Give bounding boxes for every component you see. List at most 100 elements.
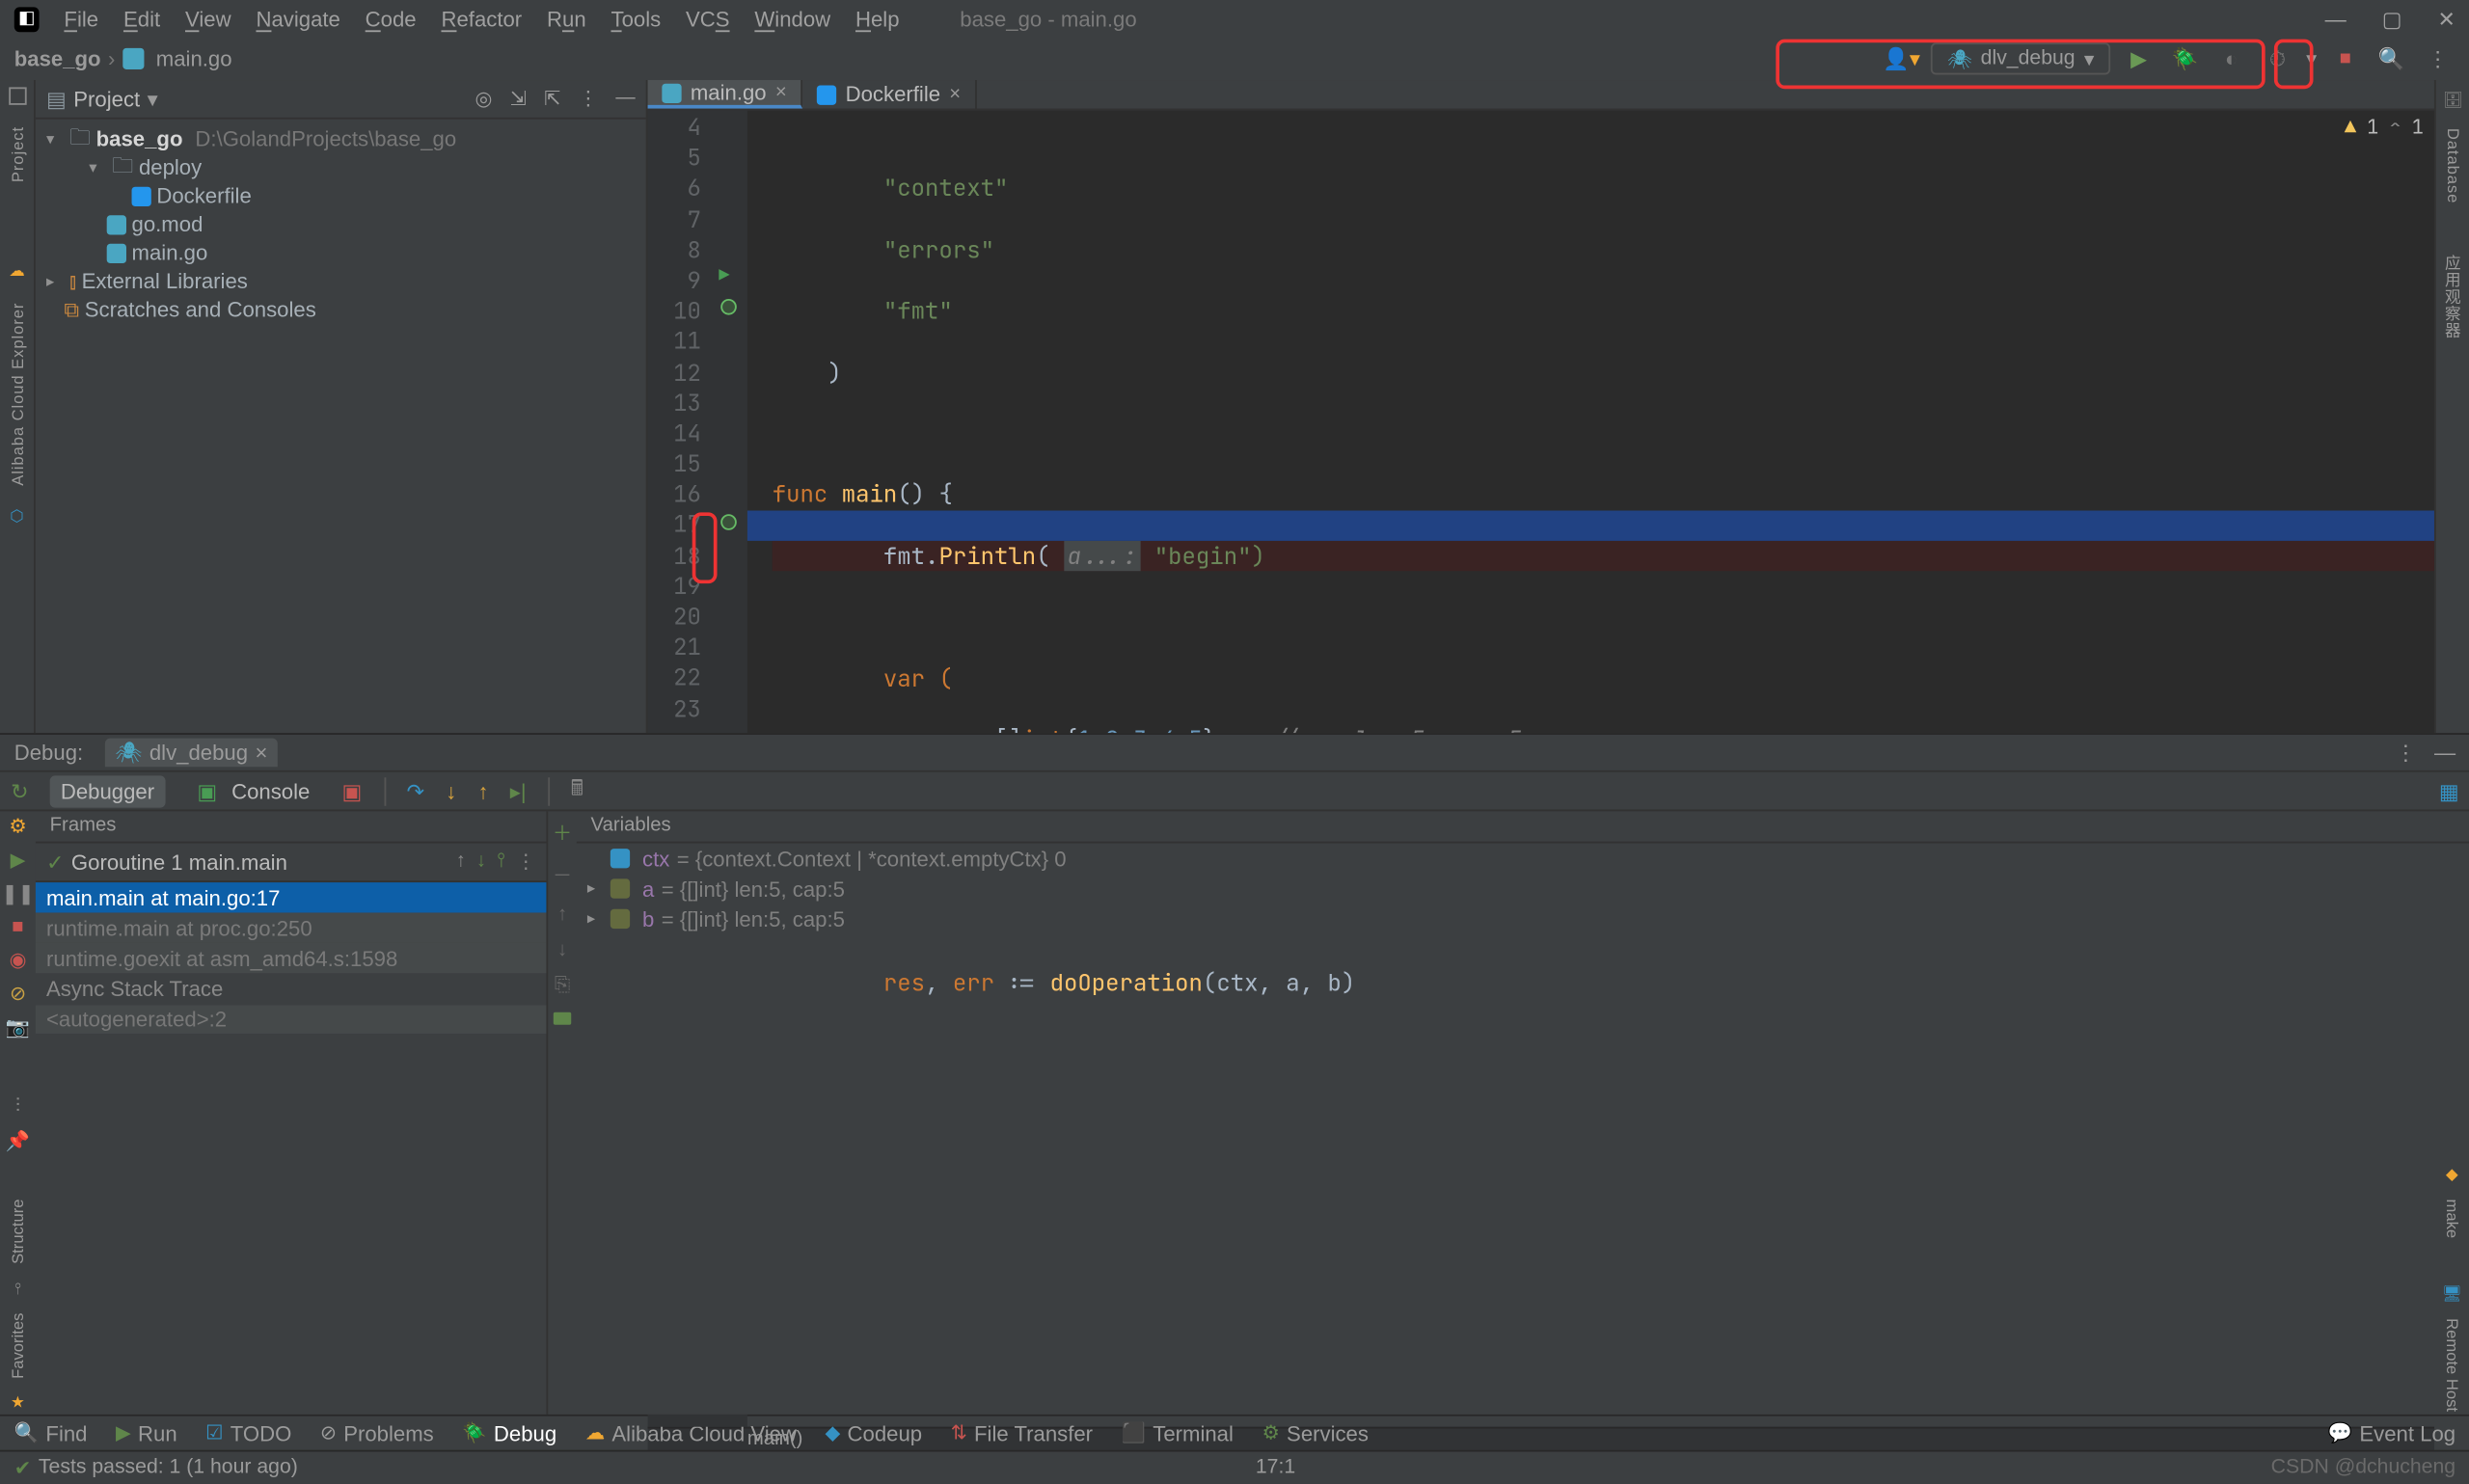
database-icon[interactable]: 🗄 [2443, 91, 2463, 110]
remote-icon[interactable]: 🖥 [2442, 1285, 2462, 1305]
cloud-icon[interactable]: ☁ [9, 260, 25, 280]
stack-frame[interactable]: runtime.main at proc.go:250 [36, 912, 547, 942]
code-with-me-icon[interactable]: 👤▾ [1883, 46, 1920, 71]
stack-frame[interactable]: <autogenerated>:2 [36, 1005, 547, 1034]
coverage-button[interactable]: ◐ [2213, 46, 2249, 71]
stack-frame[interactable]: main.main at main.go:17 [36, 882, 547, 912]
right-label-make[interactable]: make [2443, 1200, 2460, 1239]
tool-debug[interactable]: 🪲Debug [462, 1420, 556, 1445]
layout-icon[interactable]: ⫶ [15, 1096, 20, 1120]
breadcrumb-project[interactable]: base_go [14, 46, 101, 71]
variable-row[interactable]: ▸ a = {[]int} len:5, cap:5 [577, 874, 2469, 904]
menu-file[interactable]: File [64, 6, 98, 31]
next-frame-icon[interactable]: ↓ [476, 850, 486, 874]
run-button[interactable]: ▶ [2121, 46, 2157, 71]
pause-icon[interactable]: ❚❚ [1, 882, 34, 905]
tool-todo[interactable]: ☑TODO [205, 1420, 291, 1445]
breadcrumb[interactable]: base_go › main.go [14, 46, 232, 71]
project-tool-icon[interactable] [8, 87, 25, 104]
menu-edit[interactable]: Edit [123, 6, 160, 31]
more-icon[interactable]: ⋮ [516, 850, 535, 874]
pin-icon[interactable]: 📌 [6, 1130, 30, 1153]
make-icon[interactable]: ◆ [2446, 1166, 2458, 1185]
left-label-project[interactable]: Project [8, 126, 25, 182]
variable-row[interactable]: ctx = {context.Context | *context.emptyC… [577, 844, 2469, 874]
step-over-icon[interactable]: ↷ [407, 778, 425, 803]
breakpoint-icon[interactable] [720, 513, 737, 529]
left-label-alibaba[interactable]: Alibaba Cloud Explorer [8, 302, 25, 485]
stop-icon[interactable]: ■ [12, 916, 23, 937]
status-tests[interactable]: ✔ Tests passed: 1 (1 hour ago) [14, 1455, 298, 1480]
hide-icon[interactable]: — [2434, 741, 2455, 766]
menu-refactor[interactable]: Refactor [441, 6, 522, 31]
settings-icon[interactable]: ⋮ [2395, 741, 2416, 766]
remove-watch-icon[interactable]: － [553, 861, 572, 890]
run-config-selector[interactable]: 🕷 dlv_debug ▾ [1931, 42, 2110, 74]
filter-icon[interactable]: ⫯ [497, 850, 505, 874]
rerun-icon[interactable]: ↻ [11, 778, 29, 803]
copy-icon[interactable]: ⎘ [555, 975, 570, 998]
add-watch-icon[interactable]: ＋ [553, 819, 572, 848]
breakpoints-icon[interactable]: ◉ [10, 948, 27, 971]
resume-icon[interactable]: ▶ [11, 849, 26, 872]
profile-button[interactable]: ⏱ [2260, 45, 2295, 72]
hide-icon[interactable]: — [615, 87, 635, 110]
left-label-favorites[interactable]: Favorites [9, 1313, 26, 1379]
chevron-down-icon[interactable]: ▾ [148, 86, 158, 111]
tree-scratches[interactable]: ⧉Scratches and Consoles [36, 295, 646, 324]
menu-tools[interactable]: Tools [610, 6, 661, 31]
project-tree[interactable]: ▾🗀 base_go D:\GolandProjects\base_go ▾🗀d… [36, 120, 646, 330]
tool-find[interactable]: 🔍Find [14, 1420, 88, 1445]
menu-navigate[interactable]: Navigate [256, 6, 339, 31]
tool-problems[interactable]: ⊘Problems [320, 1420, 434, 1445]
run-to-cursor-icon[interactable]: ▸| [510, 778, 527, 803]
tool-run[interactable]: ▶Run [116, 1420, 177, 1445]
run-gutter-icon[interactable]: ▶ [719, 263, 729, 286]
expand-icon[interactable]: ⇲ [510, 87, 527, 110]
right-label-observer[interactable]: 应用观察器 [2441, 254, 2464, 338]
tree-folder-deploy[interactable]: ▾🗀deploy [36, 153, 646, 182]
variable-row[interactable]: ▸ b = {[]int} len:5, cap:5 [577, 904, 2469, 933]
star-icon[interactable]: ★ [11, 1393, 25, 1413]
layout-icon[interactable]: ▦ [2439, 778, 2459, 803]
warning-icon[interactable]: ▲ [2345, 116, 2356, 141]
menu-help[interactable]: Help [855, 6, 900, 31]
close-tab-icon[interactable]: × [949, 84, 961, 105]
evaluate-icon[interactable]: 🖩 [571, 772, 583, 810]
step-out-icon[interactable]: ↑ [477, 778, 488, 803]
tree-file-gomod[interactable]: go.mod [36, 210, 646, 239]
settings-icon[interactable]: ⋮ [2420, 46, 2455, 71]
breadcrumb-file[interactable]: main.go [156, 46, 232, 71]
tag-icon[interactable] [554, 1012, 571, 1025]
tab-dockerfile[interactable]: Dockerfile× [802, 80, 976, 109]
settings-icon[interactable]: ⋮ [579, 87, 598, 110]
menu-code[interactable]: Code [366, 6, 417, 31]
tab-console[interactable]: ▣Console [186, 774, 320, 806]
step-into-icon[interactable]: ↓ [446, 778, 456, 803]
menu-window[interactable]: Window [754, 6, 830, 31]
close-icon[interactable]: × [255, 741, 267, 766]
close-window-icon[interactable]: ✕ [2438, 6, 2456, 31]
minimize-icon[interactable]: — [2325, 6, 2347, 31]
menu-vcs[interactable]: VCS [686, 6, 730, 31]
breakpoint-icon[interactable] [720, 299, 737, 315]
camera-icon[interactable]: 📷 [6, 1015, 30, 1039]
left-label-structure[interactable]: Structure [9, 1200, 26, 1264]
structure-icon[interactable]: ⫯ [14, 1280, 21, 1299]
menu-run[interactable]: Run [547, 6, 586, 31]
settings-icon[interactable]: ⚙ [9, 815, 26, 838]
maximize-icon[interactable]: ▢ [2382, 6, 2402, 31]
project-panel-title[interactable]: Project [73, 86, 140, 111]
goroutine-selector[interactable]: ✓ Goroutine 1 main.main ↑ ↓ ⫯ ⋮ [36, 844, 547, 883]
up-icon[interactable]: ↑ [557, 904, 567, 925]
menu-view[interactable]: View [185, 6, 231, 31]
chevron-down-icon[interactable]: ▾ [2306, 46, 2317, 71]
debug-config-tab[interactable]: 🕷 dlv_debug × [104, 739, 278, 768]
collapse-icon[interactable]: ⇱ [544, 87, 560, 110]
debug-button[interactable]: 🪲 [2167, 46, 2203, 71]
right-label-database[interactable]: Database [2444, 128, 2461, 203]
mute-breakpoints-icon[interactable]: ⊘ [10, 982, 26, 1005]
tab-main-go[interactable]: main.go× [648, 80, 803, 109]
stop-button[interactable]: ■ [2327, 48, 2363, 69]
target-icon[interactable]: ◎ [475, 87, 493, 110]
